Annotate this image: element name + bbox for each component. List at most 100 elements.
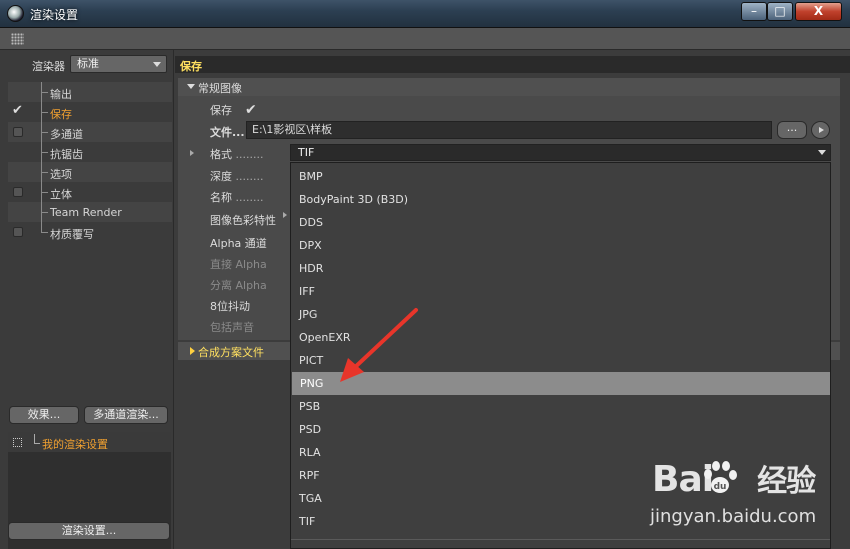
- tree-branch: [41, 132, 48, 133]
- tree-item-stereo[interactable]: 立体: [8, 182, 172, 202]
- tree-branch: [41, 192, 48, 193]
- multipass-render-button[interactable]: 多通道渲染...: [84, 406, 168, 424]
- alpha-channel-label: Alpha 通道: [210, 237, 267, 250]
- expand-right-icon[interactable]: [190, 150, 194, 156]
- straight-alpha-label: 直接 Alpha: [210, 258, 267, 271]
- group-label: 常规图像: [198, 82, 242, 95]
- paw-icon: du: [704, 461, 737, 493]
- preset-label: 我的渲染设置: [42, 438, 108, 451]
- play-icon: [819, 127, 824, 133]
- save-label: 保存: [210, 104, 232, 117]
- tree-branch: [41, 152, 48, 153]
- separate-alpha-label: 分离 Alpha: [210, 279, 267, 292]
- svg-text:du: du: [714, 482, 727, 492]
- expand-right-icon: [190, 347, 195, 355]
- depth-label-text: 深度: [210, 170, 232, 183]
- checkbox[interactable]: [13, 187, 23, 197]
- group-regular-image[interactable]: 常规图像: [178, 78, 840, 96]
- tree-item-label: 保存: [50, 108, 72, 121]
- preset-item[interactable]: 我的渲染设置: [8, 432, 171, 452]
- group-label: 合成方案文件: [198, 346, 264, 359]
- tree-item-label: 立体: [50, 188, 72, 201]
- format-option[interactable]: PSD: [291, 418, 830, 441]
- file-path-input[interactable]: E:\1影视区\样板: [246, 121, 772, 139]
- tree-branch: [41, 232, 48, 233]
- maximize-button[interactable]: □: [767, 2, 793, 21]
- checkbox[interactable]: [13, 227, 23, 237]
- section-title: 保存: [180, 60, 202, 73]
- tree-branch: [34, 443, 40, 444]
- expand-right-icon[interactable]: [283, 212, 287, 218]
- tree-branch: [41, 92, 48, 93]
- name-label-text: 名称: [210, 191, 232, 204]
- renderer-row: 渲染器 标准: [0, 52, 174, 76]
- baidu-watermark: Bai 经验 du jingyan.baidu.com: [640, 456, 845, 536]
- save-checkbox[interactable]: ✔: [245, 102, 257, 118]
- checkbox[interactable]: [13, 127, 23, 137]
- grip-icon[interactable]: [11, 33, 24, 45]
- tree-item-options[interactable]: 选项: [8, 162, 172, 182]
- renderer-value: 标准: [77, 57, 99, 70]
- tree-item-label: 抗锯齿: [50, 148, 83, 161]
- expand-down-icon: [187, 84, 195, 89]
- dither-label: 8位抖动: [210, 300, 250, 313]
- tree-item-antialiasing[interactable]: 抗锯齿: [8, 142, 172, 162]
- format-label-text: 格式: [210, 148, 232, 161]
- tree-branch: [41, 212, 48, 213]
- tree-line: [34, 434, 35, 443]
- tree-line: [41, 222, 42, 232]
- format-option[interactable]: DDS: [291, 211, 830, 234]
- window-title: 渲染设置: [30, 8, 79, 22]
- annotation-arrow-icon: [340, 308, 418, 382]
- format-label: 格式 ........: [210, 146, 263, 162]
- browse-button[interactable]: ...: [777, 121, 807, 139]
- chevron-down-icon: [153, 62, 161, 67]
- tree-item-label: 多通道: [50, 128, 83, 141]
- minimize-button[interactable]: –: [741, 2, 767, 21]
- tree-item-label: Team Render: [50, 206, 122, 219]
- section-header: 保存: [175, 56, 850, 73]
- file-label[interactable]: 文件...: [210, 124, 245, 140]
- tree-item-save[interactable]: ✔ 保存: [8, 102, 172, 122]
- renderer-label: 渲染器: [32, 60, 65, 73]
- tree-item-label: 选项: [50, 168, 72, 181]
- tree-item-output[interactable]: 输出: [8, 82, 172, 102]
- format-option[interactable]: BodyPaint 3D (B3D): [291, 188, 830, 211]
- depth-label: 深度 ........: [210, 168, 263, 184]
- preset-icon: [13, 438, 22, 447]
- tree-item-material-override[interactable]: 材质覆写: [8, 222, 172, 242]
- file-options-button[interactable]: [811, 121, 830, 139]
- separator: [291, 539, 830, 540]
- render-settings-button[interactable]: 渲染设置...: [8, 522, 170, 540]
- tree-item-multipass[interactable]: 多通道: [8, 122, 172, 142]
- toolbar: [0, 28, 850, 50]
- format-option[interactable]: HDR: [291, 257, 830, 280]
- chevron-down-icon: [818, 150, 826, 155]
- renderer-select[interactable]: 标准: [70, 55, 167, 73]
- leader-dots: ........: [235, 148, 264, 161]
- effects-button[interactable]: 效果...: [9, 406, 79, 424]
- include-sound-label: 包括声音: [210, 321, 254, 334]
- tree-item-label: 材质覆写: [50, 228, 94, 241]
- settings-tree: 输出 ✔ 保存 多通道 抗锯齿 选项 立体 Team Render 材质覆写: [8, 82, 172, 242]
- left-panel: 渲染器 标准 输出 ✔ 保存 多通道 抗锯齿 选项 立体 Team Render…: [0, 50, 174, 549]
- checkmark-icon[interactable]: ✔: [12, 103, 23, 118]
- watermark-url: jingyan.baidu.com: [650, 506, 817, 527]
- close-button[interactable]: X: [795, 2, 842, 21]
- format-select[interactable]: TIF: [290, 144, 831, 161]
- leader-dots: ........: [235, 191, 264, 204]
- format-option[interactable]: DPX: [291, 234, 830, 257]
- format-option[interactable]: BMP: [291, 165, 830, 188]
- leader-dots: ........: [235, 170, 264, 183]
- brand-cn-text: 经验: [757, 464, 816, 499]
- name-label: 名称 ........: [210, 189, 263, 205]
- tree-branch: [41, 172, 48, 173]
- format-option[interactable]: PSB: [291, 395, 830, 418]
- cinema4d-logo-icon: [7, 5, 24, 22]
- tree-item-label: 输出: [50, 88, 72, 101]
- tree-branch: [41, 112, 48, 113]
- format-value: TIF: [298, 146, 315, 159]
- title-bar: 渲染设置 – □ X: [0, 0, 850, 28]
- color-profile-label: 图像色彩特性: [210, 214, 276, 227]
- tree-item-team-render[interactable]: Team Render: [8, 202, 172, 222]
